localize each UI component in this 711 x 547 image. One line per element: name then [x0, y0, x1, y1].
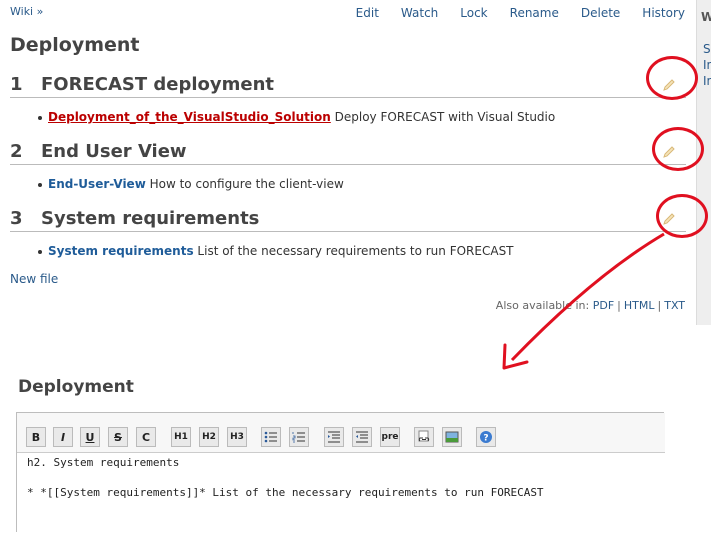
- code-button[interactable]: C: [136, 427, 156, 447]
- wiki-link-missing[interactable]: Deployment_of_the_VisualStudio_Solution: [48, 110, 331, 124]
- html-link[interactable]: HTML: [624, 299, 655, 312]
- h2-button[interactable]: H2: [199, 427, 219, 447]
- help-icon[interactable]: ?: [476, 427, 496, 447]
- bullet-dot: [38, 249, 42, 254]
- list-item: End-User-View How to configure the clien…: [38, 177, 344, 191]
- ordered-list-icon[interactable]: [289, 427, 309, 447]
- textarea-line: ​: [27, 470, 663, 485]
- underline-button[interactable]: U: [80, 427, 100, 447]
- wiki-textarea[interactable]: h2. System requirements​* *[[System requ…: [27, 455, 663, 531]
- sidebar-link[interactable]: S: [703, 42, 711, 56]
- link-description: Deploy FORECAST with Visual Studio: [334, 110, 556, 124]
- section-heading-1: 1 FORECAST deployment: [10, 74, 686, 98]
- sidebar-heading: W: [701, 10, 711, 24]
- sidebar-link[interactable]: In: [703, 58, 711, 72]
- page-title: Deployment: [10, 34, 140, 56]
- delete-link[interactable]: Delete: [581, 6, 620, 20]
- unordered-list-icon[interactable]: [261, 427, 281, 447]
- section-title: End User View: [41, 141, 187, 162]
- breadcrumb[interactable]: Wiki »: [10, 5, 43, 18]
- new-file-link[interactable]: New file: [10, 272, 58, 286]
- indent-right-icon[interactable]: [324, 427, 344, 447]
- wiki-toolbar: Edit Watch Lock Rename Delete History: [334, 6, 685, 20]
- history-link[interactable]: History: [642, 6, 685, 20]
- also-available-label: Also available in:: [495, 299, 590, 312]
- link-description: List of the necessary requirements to ru…: [197, 244, 514, 258]
- edit-link[interactable]: Edit: [356, 6, 379, 20]
- section-number: 1: [10, 74, 23, 95]
- wiki-editor: B I U S C H1 H2 H3 pre ? h2. System requ…: [16, 412, 665, 532]
- wiki-link[interactable]: System requirements: [48, 244, 194, 258]
- image-icon[interactable]: [442, 427, 462, 447]
- pdf-link[interactable]: PDF: [593, 299, 614, 312]
- italic-button[interactable]: I: [53, 427, 73, 447]
- wiki-page-view: Wiki » Edit Watch Lock Rename Delete His…: [0, 0, 711, 325]
- section-heading-2: 2 End User View: [10, 141, 686, 165]
- svg-text:?: ?: [483, 434, 488, 444]
- section-title: FORECAST deployment: [41, 74, 275, 95]
- annotation-circle: [652, 127, 704, 171]
- sidebar-link[interactable]: In: [703, 74, 711, 88]
- pre-button[interactable]: pre: [380, 427, 400, 447]
- bold-button[interactable]: B: [26, 427, 46, 447]
- bullet-dot: [38, 115, 42, 120]
- watch-link[interactable]: Watch: [401, 6, 438, 20]
- list-item: System requirements List of the necessar…: [38, 244, 514, 258]
- section-title: System requirements: [41, 208, 260, 229]
- annotation-circle: [656, 194, 708, 238]
- link-description: How to configure the client-view: [149, 177, 344, 191]
- h3-button[interactable]: H3: [227, 427, 247, 447]
- list-item: Deployment_of_the_VisualStudio_Solution …: [38, 110, 555, 124]
- indent-left-icon[interactable]: [352, 427, 372, 447]
- section-number: 2: [10, 141, 23, 162]
- wiki-link[interactable]: End-User-View: [48, 177, 146, 191]
- section-heading-3: 3 System requirements: [10, 208, 686, 232]
- h1-button[interactable]: H1: [171, 427, 191, 447]
- annotation-circle: [646, 56, 698, 100]
- rename-link[interactable]: Rename: [510, 6, 559, 20]
- txt-link[interactable]: TXT: [664, 299, 685, 312]
- section-number: 3: [10, 208, 23, 229]
- edit-page-title: Deployment: [18, 377, 134, 397]
- strikethrough-button[interactable]: S: [108, 427, 128, 447]
- link-icon[interactable]: [414, 427, 434, 447]
- export-formats: Also available in: PDF | HTML | TXT: [495, 299, 685, 312]
- lock-link[interactable]: Lock: [460, 6, 487, 20]
- bullet-dot: [38, 182, 42, 187]
- textarea-line: h2. System requirements: [27, 456, 180, 469]
- editor-toolbar: B I U S C H1 H2 H3 pre ?: [17, 413, 665, 453]
- textarea-line: * *[[System requirements]]* List of the …: [27, 486, 544, 499]
